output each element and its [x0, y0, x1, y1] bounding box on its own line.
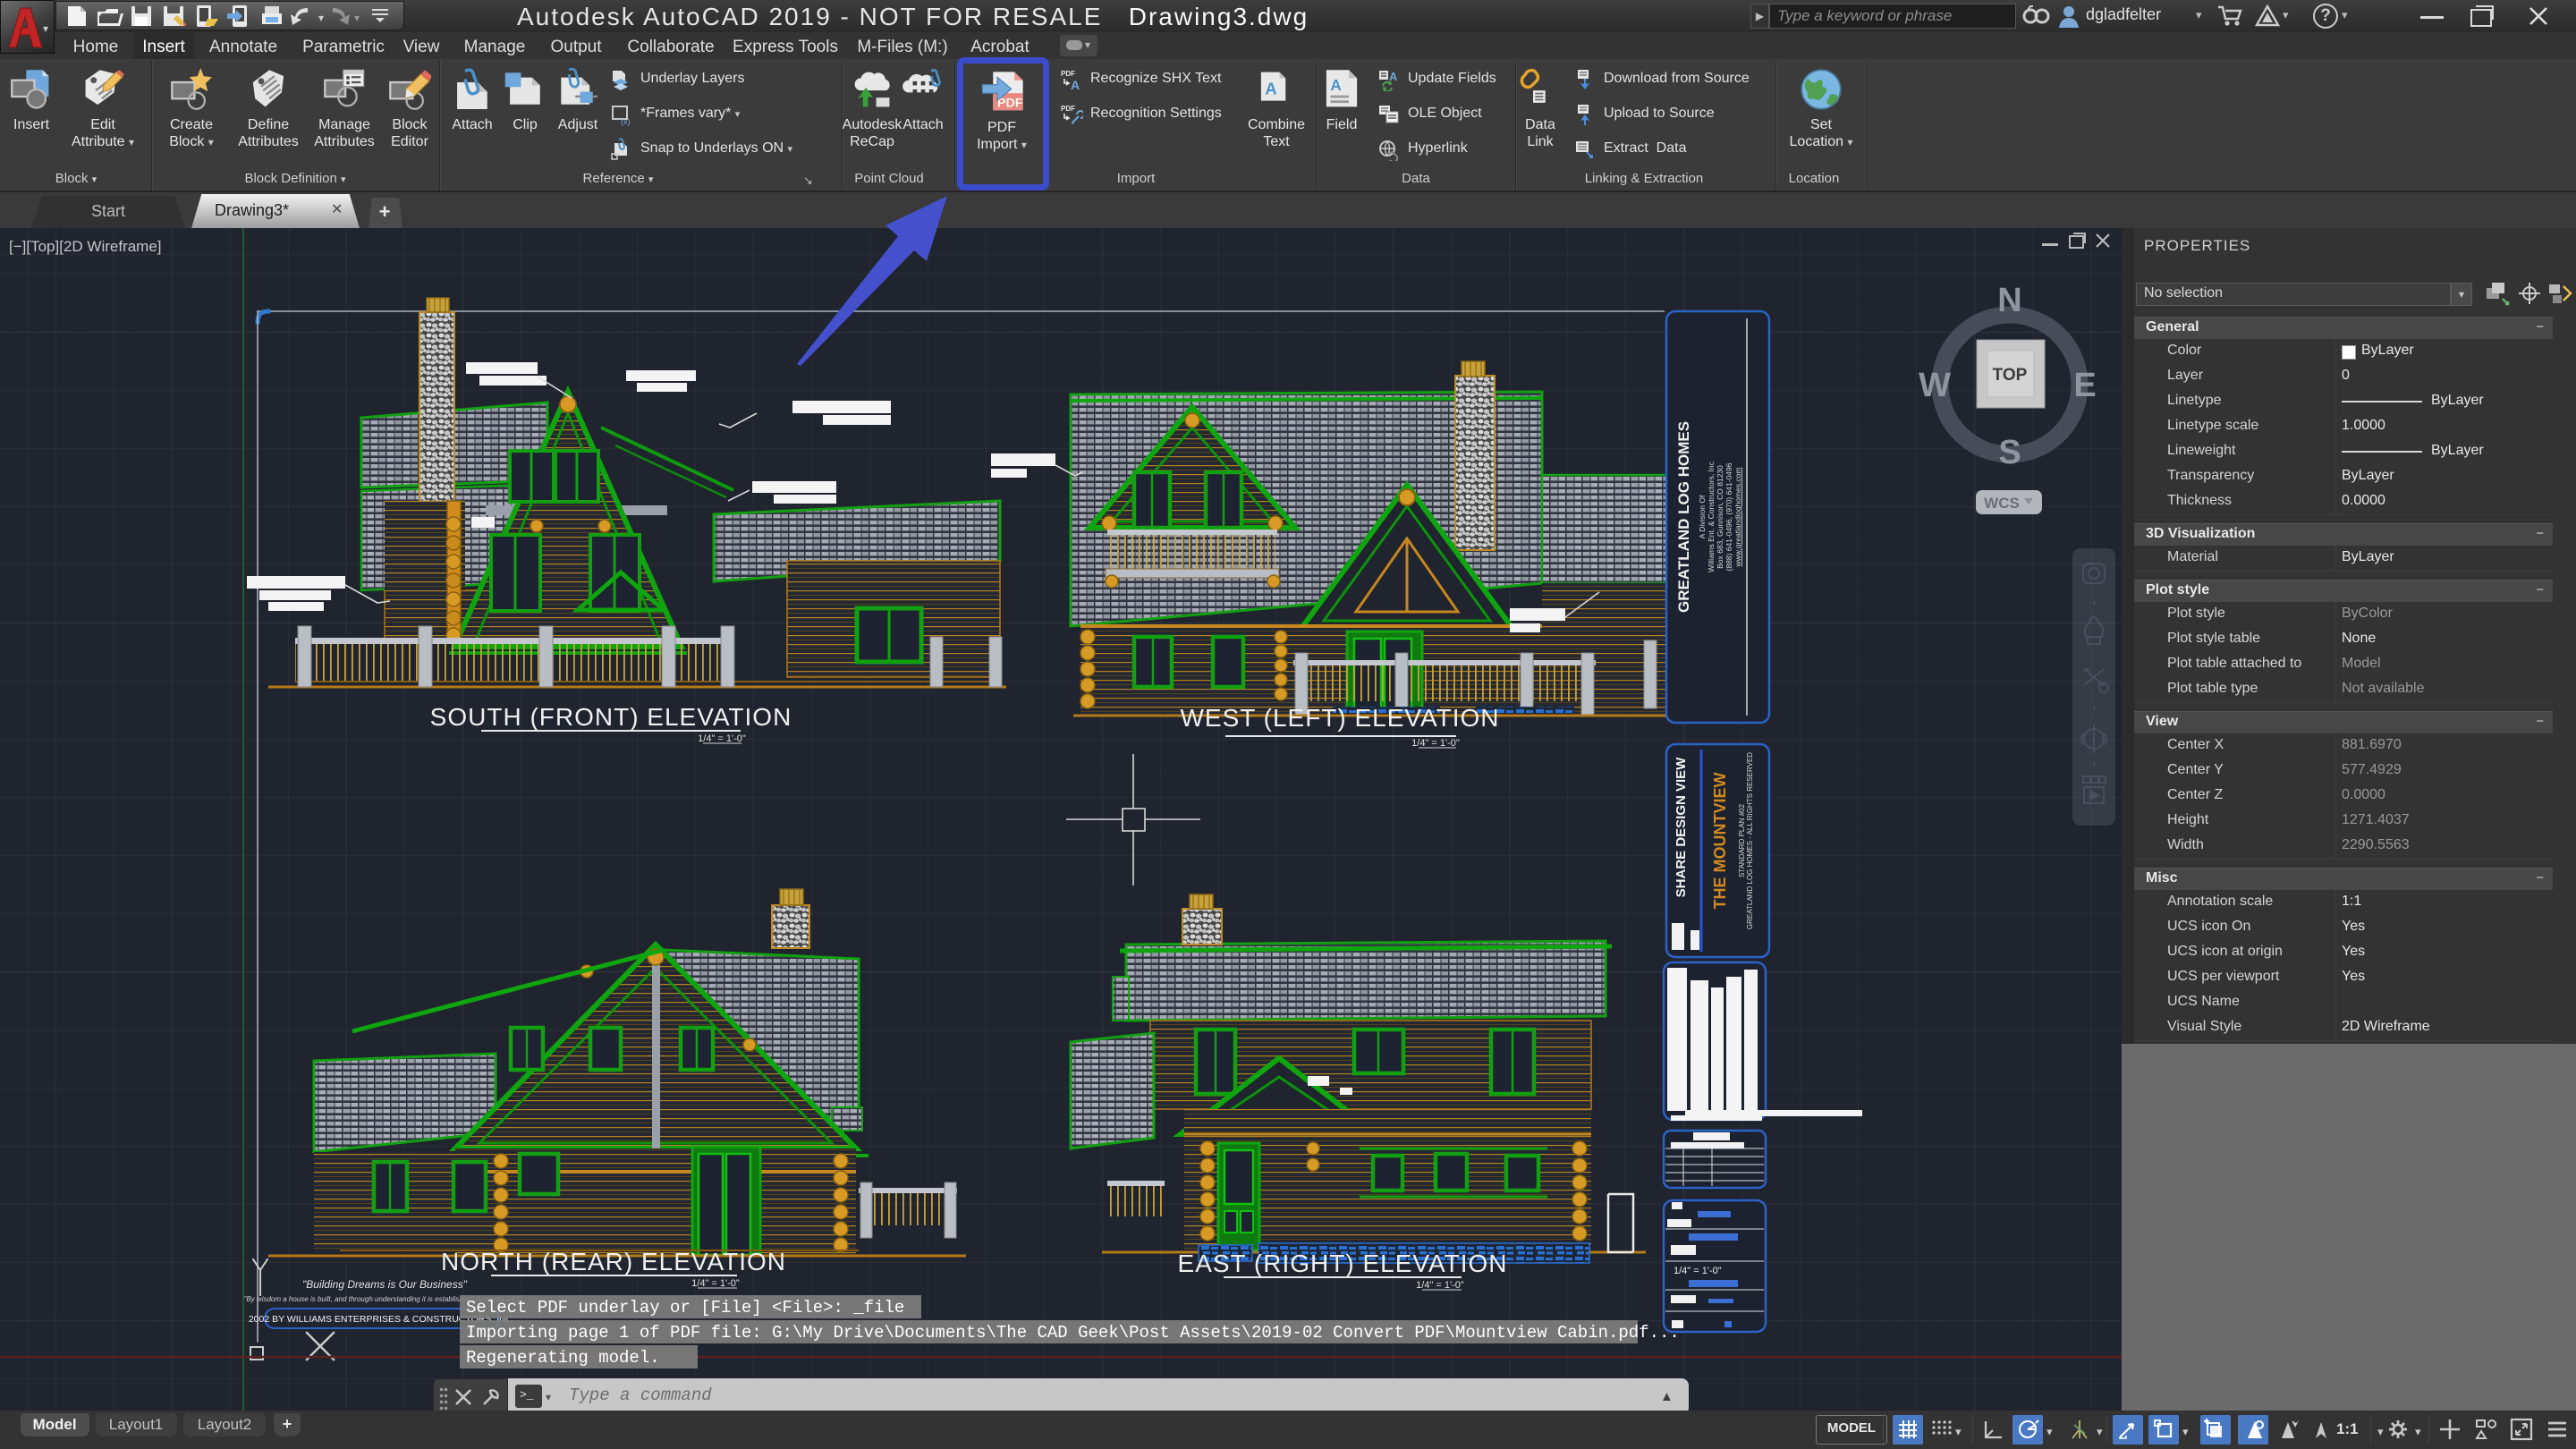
svg-text:1/4" = 1'-0": 1/4" = 1'-0" — [1416, 1280, 1464, 1291]
svg-text:WEST (LEFT) ELEVATION: WEST (LEFT) ELEVATION — [1180, 704, 1499, 732]
svg-text:GREATLAND LOG HOMES: GREATLAND LOG HOMES — [1675, 421, 1692, 613]
svg-text:(x): (x) — [621, 117, 631, 126]
svg-text:1/4" = 1'-0": 1/4" = 1'-0" — [698, 733, 746, 744]
svg-text:1/4" = 1'-0": 1/4" = 1'-0" — [1411, 738, 1460, 749]
svg-text:Select PDF underlay or [File]: Select PDF underlay or [File] <File>: _f… — [466, 1298, 904, 1318]
svg-text:A: A — [1330, 76, 1341, 94]
svg-text:EAST (RIGHT) ELEVATION: EAST (RIGHT) ELEVATION — [1178, 1250, 1508, 1277]
svg-text:▾: ▾ — [318, 12, 324, 24]
svg-text:E: E — [2073, 367, 2096, 404]
svg-text:PDF: PDF — [1061, 70, 1075, 78]
svg-text:A Division Of: A Division Of — [1698, 495, 1707, 538]
svg-text:1/4" = 1'-0": 1/4" = 1'-0" — [1674, 1266, 1722, 1276]
svg-text:SHARE DESIGN VIEW: SHARE DESIGN VIEW — [1674, 757, 1689, 898]
svg-text:TOP: TOP — [1993, 366, 2028, 385]
svg-text:WCS: WCS — [1984, 495, 2020, 512]
svg-text:THE MOUNTVIEW: THE MOUNTVIEW — [1711, 772, 1729, 909]
svg-text:S: S — [1998, 434, 2021, 471]
svg-text:Importing page 1 of PDF file:: Importing page 1 of PDF file: G:\My Driv… — [466, 1323, 1680, 1343]
svg-text:SOUTH (FRONT) ELEVATION: SOUTH (FRONT) ELEVATION — [430, 703, 792, 731]
svg-text:STANDARD PLAN #02: STANDARD PLAN #02 — [1738, 803, 1746, 877]
svg-text:▾: ▾ — [354, 12, 360, 24]
svg-text:A: A — [1071, 78, 1080, 91]
svg-text:PDF: PDF — [1061, 105, 1075, 113]
svg-text:W: W — [1919, 367, 1951, 404]
svg-text:"Building Dreams is Our Busine: "Building Dreams is Our Business" — [302, 1278, 468, 1291]
svg-text:www.greatlandloghomes.com: www.greatlandloghomes.com — [1733, 467, 1742, 567]
svg-text:A: A — [1265, 80, 1276, 98]
svg-text:Williams Ent. & Constructors,: Williams Ent. & Constructors, Inc — [1707, 461, 1716, 572]
svg-text:Regenerating model.: Regenerating model. — [466, 1348, 660, 1368]
svg-text:Box 683, Gunnison, CO 81230: Box 683, Gunnison, CO 81230 — [1716, 465, 1724, 569]
svg-text:NORTH (REAR) ELEVATION: NORTH (REAR) ELEVATION — [441, 1248, 786, 1275]
svg-text:GREATLAND LOG HOMES - ALL RIGH: GREATLAND LOG HOMES - ALL RIGHTS RESERVE… — [1746, 752, 1754, 929]
svg-text:PDF: PDF — [997, 97, 1023, 111]
svg-text:1/4" = 1'-0": 1/4" = 1'-0" — [691, 1278, 740, 1289]
svg-text:(888) 641-0496, (970) 641-0496: (888) 641-0496, (970) 641-0496 — [1724, 462, 1733, 571]
svg-text:N: N — [1997, 282, 2021, 319]
